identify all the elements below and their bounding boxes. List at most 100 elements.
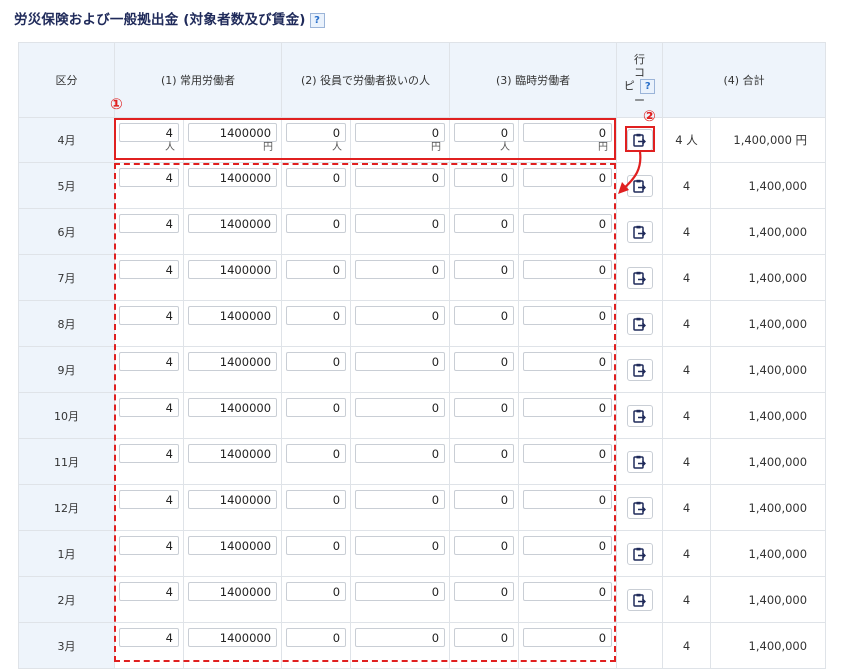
- number-input[interactable]: 0: [523, 352, 613, 371]
- number-input[interactable]: 0: [286, 628, 347, 647]
- number-input[interactable]: 1400000: [188, 536, 278, 555]
- number-input[interactable]: 0: [523, 123, 613, 142]
- number-input[interactable]: 0: [454, 582, 515, 601]
- number-input[interactable]: 4: [119, 490, 179, 509]
- number-input[interactable]: 4: [119, 352, 179, 371]
- number-input[interactable]: 0: [286, 214, 347, 233]
- number-input[interactable]: 0: [286, 582, 347, 601]
- total-count: 4: [662, 254, 712, 301]
- number-input[interactable]: 4: [119, 214, 179, 233]
- number-input[interactable]: 0: [355, 444, 446, 463]
- row-copy-button[interactable]: [626, 588, 653, 611]
- number-input[interactable]: 0: [454, 214, 515, 233]
- row-copy-button[interactable]: [626, 312, 653, 335]
- number-input[interactable]: 1400000: [188, 123, 278, 142]
- number-input[interactable]: 0: [454, 306, 515, 325]
- number-input[interactable]: 0: [355, 490, 446, 509]
- input-cell: 1400000: [182, 346, 283, 393]
- number-input[interactable]: 0: [355, 398, 446, 417]
- number-input[interactable]: 1400000: [188, 444, 278, 463]
- number-input[interactable]: 0: [523, 306, 613, 325]
- row-copy-button[interactable]: [626, 542, 653, 565]
- total-count: 4: [662, 484, 712, 531]
- number-input[interactable]: 0: [523, 628, 613, 647]
- number-input[interactable]: 0: [523, 582, 613, 601]
- number-input[interactable]: 0: [523, 490, 613, 509]
- unit-label: 人: [500, 142, 511, 153]
- help-icon[interactable]: ?: [309, 12, 325, 28]
- number-input[interactable]: 0: [454, 490, 515, 509]
- number-input[interactable]: 0: [523, 214, 613, 233]
- input-cell: 0: [518, 162, 618, 209]
- number-input[interactable]: 0: [286, 444, 347, 463]
- row-copy-button[interactable]: [626, 220, 653, 243]
- number-input[interactable]: 0: [286, 536, 347, 555]
- row-copy-button[interactable]: [626, 129, 653, 151]
- number-input[interactable]: 0: [454, 444, 515, 463]
- number-input[interactable]: 0: [454, 260, 515, 279]
- number-input[interactable]: 0: [286, 123, 347, 142]
- number-input[interactable]: 0: [355, 306, 446, 325]
- number-input[interactable]: 0: [286, 168, 347, 187]
- number-input[interactable]: 0: [523, 398, 613, 417]
- input-cell: 4: [114, 484, 184, 531]
- row-copy-cell: [616, 300, 664, 347]
- number-input[interactable]: 0: [286, 260, 347, 279]
- number-input[interactable]: 4: [119, 582, 179, 601]
- total-amount: 1,400,000: [710, 622, 827, 669]
- number-input[interactable]: 4: [119, 260, 179, 279]
- number-input[interactable]: 4: [119, 444, 179, 463]
- number-input[interactable]: 0: [523, 260, 613, 279]
- input-cell: 0 人: [449, 117, 520, 163]
- number-input[interactable]: 0: [355, 123, 446, 142]
- number-input[interactable]: 0: [454, 168, 515, 187]
- number-input[interactable]: 0: [355, 214, 446, 233]
- row-copy-button[interactable]: [626, 174, 653, 197]
- number-input[interactable]: 0: [523, 536, 613, 555]
- number-input[interactable]: 0: [454, 628, 515, 647]
- number-input[interactable]: 4: [119, 306, 179, 325]
- number-input[interactable]: 0: [286, 306, 347, 325]
- row-copy-button[interactable]: [626, 496, 653, 519]
- number-input[interactable]: 1400000: [188, 398, 278, 417]
- number-input[interactable]: 1400000: [188, 582, 278, 601]
- number-input[interactable]: 1400000: [188, 490, 278, 509]
- number-input[interactable]: 0: [454, 398, 515, 417]
- number-input[interactable]: 0: [454, 536, 515, 555]
- number-input[interactable]: 0: [355, 168, 446, 187]
- number-input[interactable]: 0: [355, 536, 446, 555]
- help-icon[interactable]: ?: [640, 79, 656, 94]
- number-input[interactable]: 0: [454, 352, 515, 371]
- number-input[interactable]: 4: [119, 536, 179, 555]
- number-input[interactable]: 4: [119, 168, 179, 187]
- number-input[interactable]: 0: [286, 398, 347, 417]
- number-input[interactable]: 4: [119, 123, 179, 142]
- number-input[interactable]: 4: [119, 628, 179, 647]
- input-cell: 0: [449, 208, 520, 255]
- number-input[interactable]: 1400000: [188, 628, 278, 647]
- number-input[interactable]: 0: [355, 582, 446, 601]
- number-input[interactable]: 1400000: [188, 168, 278, 187]
- number-input[interactable]: 0: [523, 168, 613, 187]
- input-cell: 1400000: [182, 530, 283, 577]
- total-count: 4: [662, 162, 712, 209]
- number-input[interactable]: 4: [119, 398, 179, 417]
- number-input[interactable]: 0: [286, 352, 347, 371]
- row-copy-button[interactable]: [626, 404, 653, 427]
- input-cell: 0: [281, 208, 352, 255]
- number-input[interactable]: 0: [286, 490, 347, 509]
- number-input[interactable]: 0: [454, 123, 515, 142]
- input-cell: 0: [518, 300, 618, 347]
- number-input[interactable]: 1400000: [188, 260, 278, 279]
- number-input[interactable]: 1400000: [188, 352, 278, 371]
- number-input[interactable]: 1400000: [188, 214, 278, 233]
- row-copy-label: 行 コ ピ ? ー: [624, 53, 656, 107]
- row-copy-button[interactable]: [626, 450, 653, 473]
- number-input[interactable]: 0: [355, 628, 446, 647]
- number-input[interactable]: 0: [355, 352, 446, 371]
- number-input[interactable]: 0: [355, 260, 446, 279]
- row-copy-button[interactable]: [626, 266, 653, 289]
- number-input[interactable]: 0: [523, 444, 613, 463]
- row-copy-button[interactable]: [626, 358, 653, 381]
- number-input[interactable]: 1400000: [188, 306, 278, 325]
